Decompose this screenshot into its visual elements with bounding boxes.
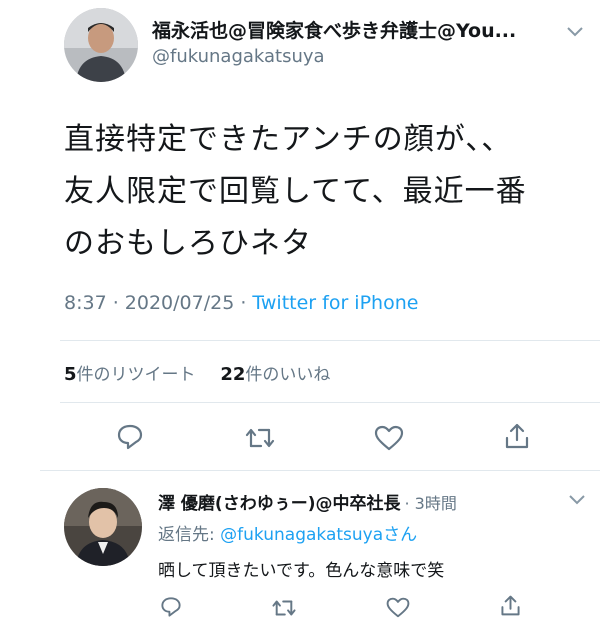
reply-icon[interactable] [160, 596, 182, 618]
chevron-down-icon[interactable] [568, 494, 586, 506]
share-icon[interactable] [504, 422, 530, 450]
author-name[interactable]: 福永活也@冒険家食べ歩き弁護士@You... [152, 16, 516, 43]
tweet-stats: 5件のリツイート 22件のいいね [64, 360, 330, 385]
replying-to-handle[interactable]: @fukunagakatsuya [220, 525, 383, 545]
like-stat[interactable]: 22件のいいね [220, 364, 331, 385]
reply-author-name[interactable]: 澤 優磨(さわゆぅー)@中卒社長 · 3時間 [158, 489, 457, 514]
tweet-text-line: 友人限定で回覧してて、最近一番 [64, 174, 527, 209]
retweet-label: 件のリツイート [76, 365, 196, 385]
tweet-timestamp[interactable]: 8:37 · 2020/07/25 · [64, 292, 252, 314]
retweet-count: 5 [64, 364, 77, 385]
author-handle[interactable]: @fukunagakatsuya [152, 46, 325, 67]
tweet-meta: 8:37 · 2020/07/25 · Twitter for iPhone [64, 292, 418, 314]
share-icon[interactable] [500, 594, 521, 617]
tweet-source-link[interactable]: Twitter for iPhone [252, 292, 418, 314]
reply-timestamp[interactable]: · 3時間 [404, 494, 456, 513]
retweet-icon[interactable] [244, 426, 276, 450]
chevron-down-icon[interactable] [566, 26, 584, 38]
replying-to: 返信先: @fukunagakatsuyaさん [158, 520, 417, 545]
author-avatar[interactable] [64, 8, 138, 82]
divider [40, 470, 600, 471]
heart-icon[interactable] [374, 425, 404, 451]
divider [60, 340, 600, 341]
divider [60, 402, 600, 403]
heart-icon[interactable] [386, 597, 410, 618]
reply-icon[interactable] [116, 424, 144, 450]
reply-text: 晒して頂きたいです。色んな意味で笑 [158, 561, 445, 581]
tweet-text: 直接特定できたアンチの顔が、、 友人限定で回覧してて、最近一番 のおもしろひネタ [64, 114, 584, 270]
reply-author-name-text: 澤 優磨(さわゆぅー)@中卒社長 [158, 494, 401, 514]
reply-author-avatar[interactable] [64, 488, 142, 566]
like-label: 件のいいね [245, 365, 331, 385]
tweet-text-line: 直接特定できたアンチの顔が、、 [64, 122, 513, 157]
like-count: 22 [220, 364, 246, 385]
retweet-icon[interactable] [271, 598, 297, 618]
replying-to-prefix: 返信先: [158, 525, 221, 545]
tweet-text-line: のおもしろひネタ [64, 226, 312, 261]
replying-to-suffix: さん [383, 525, 418, 545]
retweet-stat[interactable]: 5件のリツイート [64, 364, 196, 385]
